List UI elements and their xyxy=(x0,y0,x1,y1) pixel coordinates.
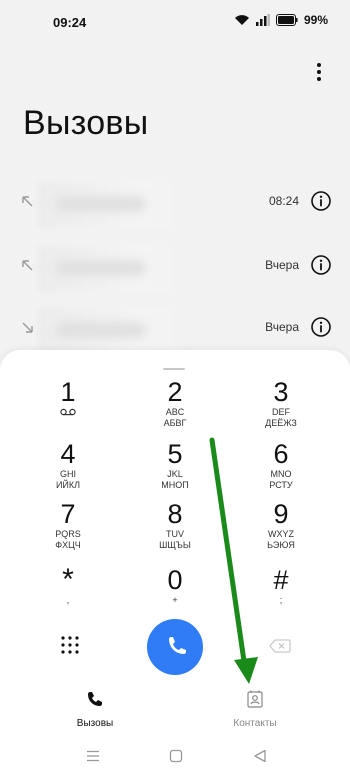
system-navigation-bar xyxy=(0,740,350,774)
annotation-arrow xyxy=(209,437,258,684)
home-nav-icon[interactable] xyxy=(169,749,183,763)
back-nav-icon[interactable] xyxy=(253,749,267,763)
menu-nav-icon[interactable] xyxy=(86,750,100,762)
